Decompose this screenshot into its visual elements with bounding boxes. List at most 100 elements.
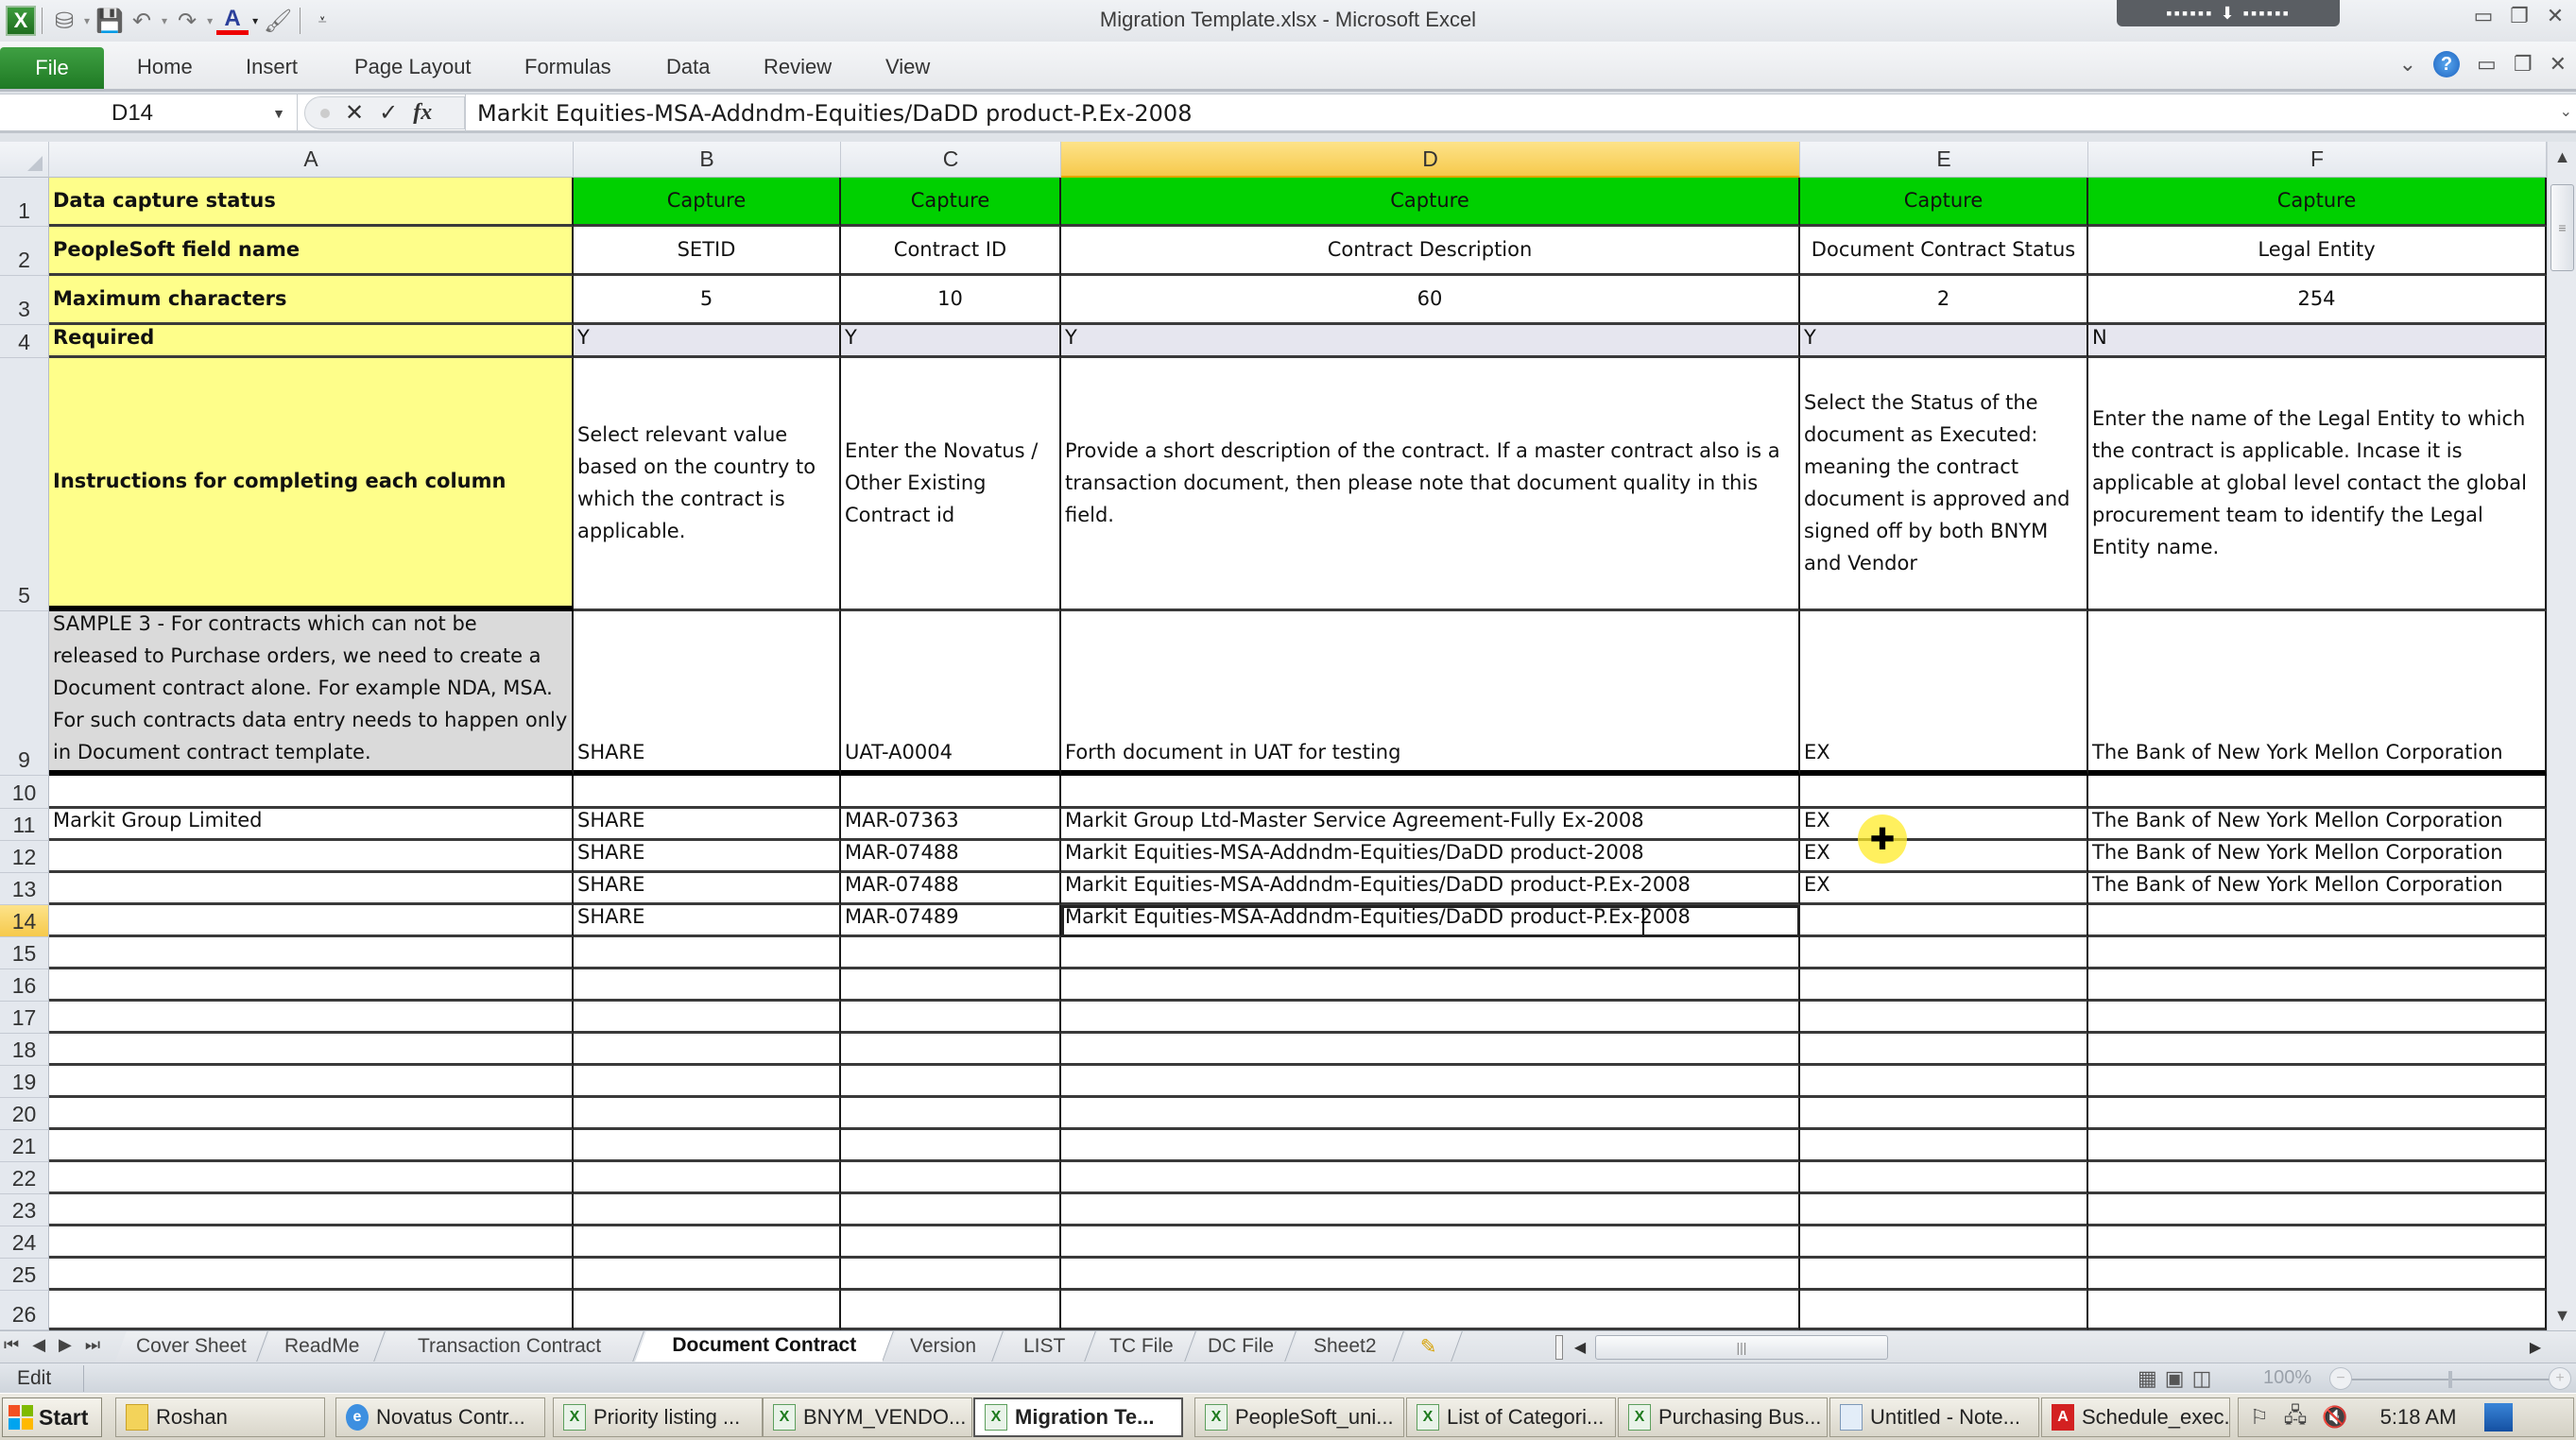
cell-a23[interactable]	[49, 1194, 574, 1226]
row-header[interactable]: 19	[0, 1066, 49, 1098]
cell-c16[interactable]	[841, 969, 1061, 1002]
cell-f12[interactable]: The Bank of New York Mellon Corporation	[2088, 841, 2547, 873]
cell-b19[interactable]	[574, 1066, 841, 1098]
cell-b17[interactable]	[574, 1002, 841, 1034]
cell-e15[interactable]	[1800, 937, 2088, 969]
taskbar-item[interactable]: Untitled - Note...	[1829, 1397, 2039, 1437]
cell-a14[interactable]	[49, 905, 574, 937]
cell-d16[interactable]	[1061, 969, 1800, 1002]
row-header[interactable]: 13	[0, 873, 49, 905]
cell-d17[interactable]	[1061, 1002, 1800, 1034]
cell-d14-active-edit[interactable]: Markit Equities-MSA-Addndm-Equities/DaDD…	[1061, 905, 1800, 937]
row-header[interactable]: 2	[0, 227, 49, 276]
expand-formula-bar-icon[interactable]: ⌄	[2560, 102, 2572, 121]
cell-e3[interactable]: 2	[1800, 276, 2088, 325]
close-icon[interactable]: ✕	[2542, 4, 2568, 28]
cell-a3[interactable]: Maximum characters	[49, 276, 574, 325]
cell-a25[interactable]	[49, 1259, 574, 1291]
cell-c9[interactable]: UAT-A0004	[841, 611, 1061, 776]
cell-f5[interactable]: Enter the name of the Legal Entity to wh…	[2088, 358, 2547, 611]
cell-e19[interactable]	[1800, 1066, 2088, 1098]
cell-c11[interactable]: MAR-07363	[841, 809, 1061, 841]
cancel-icon[interactable]: ✕	[345, 99, 364, 127]
row-header[interactable]: 5	[0, 358, 49, 611]
cell-a15[interactable]	[49, 937, 574, 969]
cell-b2[interactable]: SETID	[574, 227, 841, 276]
sheet-tab-version[interactable]: Version	[884, 1331, 1004, 1362]
horizontal-scroll-thumb[interactable]: |||	[1595, 1335, 1888, 1360]
cell-f17[interactable]	[2088, 1002, 2547, 1034]
workbook-close-icon[interactable]: ✕	[2550, 52, 2567, 77]
cell-e24[interactable]	[1800, 1226, 2088, 1259]
column-header-c[interactable]: C	[841, 142, 1061, 178]
column-header-b[interactable]: B	[574, 142, 841, 178]
row-header[interactable]: 12	[0, 841, 49, 873]
tab-page-layout[interactable]: Page Layout	[354, 55, 472, 79]
name-box[interactable]: D14 ▼	[0, 94, 298, 131]
cell-f4[interactable]: N	[2088, 325, 2547, 358]
cell-b23[interactable]	[574, 1194, 841, 1226]
cell-f24[interactable]	[2088, 1226, 2547, 1259]
cell-c25[interactable]	[841, 1259, 1061, 1291]
cell-e20[interactable]	[1800, 1098, 2088, 1130]
tab-formulas[interactable]: Formulas	[524, 55, 611, 79]
prev-sheet-icon[interactable]: ◀	[32, 1335, 45, 1355]
column-header-a[interactable]: A	[49, 142, 574, 178]
cell-d19[interactable]	[1061, 1066, 1800, 1098]
vertical-scroll-thumb[interactable]: ≡	[2550, 184, 2574, 271]
row-header[interactable]: 4	[0, 325, 49, 358]
cell-f14[interactable]	[2088, 905, 2547, 937]
remote-session-bar[interactable]: ▪▪▪▪▪▪ ⬇ ▪▪▪▪▪▪	[2117, 0, 2340, 26]
row-header[interactable]: 1	[0, 178, 49, 227]
cell-d5[interactable]: Provide a short description of the contr…	[1061, 358, 1800, 611]
tab-review[interactable]: Review	[764, 55, 832, 79]
cell-e5[interactable]: Select the Status of the document as Exe…	[1800, 358, 2088, 611]
cell-e14[interactable]	[1800, 905, 2088, 937]
workbook-restore-icon[interactable]: ❐	[2514, 52, 2533, 77]
cell-d21[interactable]	[1061, 1130, 1800, 1162]
cell-e16[interactable]	[1800, 969, 2088, 1002]
tab-insert[interactable]: Insert	[246, 55, 298, 79]
cell-f19[interactable]	[2088, 1066, 2547, 1098]
row-header[interactable]: 15	[0, 937, 49, 969]
cell-a16[interactable]	[49, 969, 574, 1002]
cell-f13[interactable]: The Bank of New York Mellon Corporation	[2088, 873, 2547, 905]
cell-c19[interactable]	[841, 1066, 1061, 1098]
cell-b11[interactable]: SHARE	[574, 809, 841, 841]
cell-c24[interactable]	[841, 1226, 1061, 1259]
cell-a24[interactable]	[49, 1226, 574, 1259]
scroll-up-icon[interactable]: ▲	[2548, 142, 2576, 172]
cell-c4[interactable]: Y	[841, 325, 1061, 358]
sheet-tab-readme[interactable]: ReadMe	[259, 1331, 386, 1362]
cell-d24[interactable]	[1061, 1226, 1800, 1259]
cell-b9[interactable]: SHARE	[574, 611, 841, 776]
cell-e25[interactable]	[1800, 1259, 2088, 1291]
cell-c1[interactable]: Capture	[841, 178, 1061, 227]
horizontal-scrollbar[interactable]: ◀ ||| ▶	[1569, 1333, 2547, 1362]
row-header[interactable]: 11	[0, 809, 49, 841]
enter-icon[interactable]: ✓	[379, 99, 398, 127]
cell-a21[interactable]	[49, 1130, 574, 1162]
zoom-out-icon[interactable]: −	[2329, 1367, 2352, 1390]
sheet-tab-list[interactable]: LIST	[994, 1331, 1096, 1362]
cell-c20[interactable]	[841, 1098, 1061, 1130]
taskbar-item[interactable]: X List of Categori...	[1406, 1397, 1616, 1437]
cell-a22[interactable]	[49, 1162, 574, 1194]
help-icon[interactable]: ?	[2433, 51, 2461, 77]
cell-b3[interactable]: 5	[574, 276, 841, 325]
cell-b24[interactable]	[574, 1226, 841, 1259]
column-header-d[interactable]: D	[1061, 142, 1800, 178]
cell-a12[interactable]	[49, 841, 574, 873]
row-header[interactable]: 18	[0, 1034, 49, 1066]
row-header[interactable]: 24	[0, 1226, 49, 1259]
cell-d20[interactable]	[1061, 1098, 1800, 1130]
show-desktop-button[interactable]	[2484, 1403, 2514, 1431]
cell-a20[interactable]	[49, 1098, 574, 1130]
cell-e9[interactable]: EX	[1800, 611, 2088, 776]
cell-f20[interactable]	[2088, 1098, 2547, 1130]
cell-d22[interactable]	[1061, 1162, 1800, 1194]
cell-c15[interactable]	[841, 937, 1061, 969]
cell-b21[interactable]	[574, 1130, 841, 1162]
cell-f25[interactable]	[2088, 1259, 2547, 1291]
cell-f3[interactable]: 254	[2088, 276, 2547, 325]
